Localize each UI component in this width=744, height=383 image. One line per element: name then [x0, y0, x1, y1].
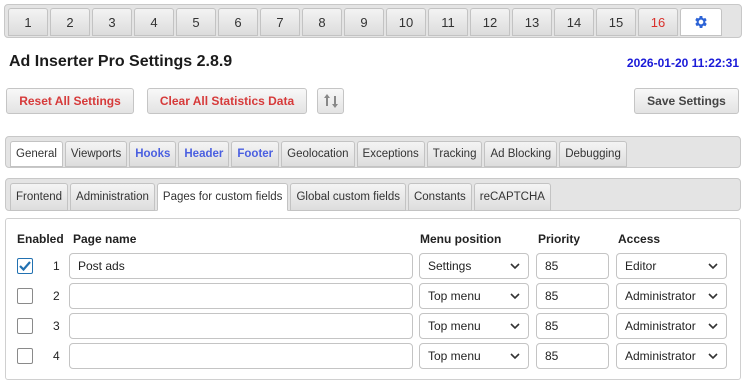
- tab-general[interactable]: General: [10, 141, 63, 167]
- priority-input[interactable]: 85: [536, 253, 609, 279]
- menu-position-select[interactable]: Top menu: [419, 313, 529, 339]
- column-header-priority: Priority: [538, 232, 581, 246]
- tab-footer[interactable]: Footer: [231, 141, 280, 167]
- chevron-down-icon: [510, 293, 520, 300]
- checkmark-icon: [19, 261, 31, 272]
- sort-button[interactable]: [317, 88, 344, 114]
- column-header-access: Access: [618, 232, 661, 246]
- block-tab-8[interactable]: 8: [302, 8, 342, 36]
- table-row: 4 Top menu 85 Administrator: [6, 343, 742, 369]
- block-tab-14[interactable]: 14: [554, 8, 594, 36]
- access-select[interactable]: Editor: [616, 253, 727, 279]
- menu-position-select[interactable]: Settings: [419, 253, 529, 279]
- chevron-down-icon: [708, 323, 718, 330]
- block-tab-10[interactable]: 10: [386, 8, 426, 36]
- block-tab-1[interactable]: 1: [8, 8, 48, 36]
- main-tabs: General Viewports Hooks Header Footer Ge…: [5, 136, 741, 168]
- subtab-pages-custom-fields[interactable]: Pages for custom fields: [156, 183, 289, 211]
- menu-position-value: Top menu: [428, 349, 481, 363]
- menu-position-value: Top menu: [428, 319, 481, 333]
- page-name-input[interactable]: [69, 313, 413, 339]
- page-name-input[interactable]: [69, 343, 413, 369]
- tab-header[interactable]: Header: [178, 141, 230, 167]
- column-header-page-name: Page name: [73, 232, 137, 246]
- subtab-constants[interactable]: Constants: [407, 183, 472, 211]
- tab-hooks[interactable]: Hooks: [129, 141, 177, 167]
- page-name-input[interactable]: [69, 283, 413, 309]
- enabled-checkbox[interactable]: [17, 288, 33, 304]
- tab-ad-blocking[interactable]: Ad Blocking: [484, 141, 558, 167]
- row-index: 2: [53, 289, 60, 303]
- menu-position-select[interactable]: Top menu: [419, 343, 529, 369]
- enabled-checkbox[interactable]: [17, 258, 33, 274]
- row-index: 4: [53, 349, 60, 363]
- up-down-arrows-icon: [323, 94, 338, 108]
- subtab-recaptcha[interactable]: reCAPTCHA: [473, 183, 551, 211]
- access-select[interactable]: Administrator: [616, 313, 727, 339]
- priority-input[interactable]: 85: [536, 283, 609, 309]
- chevron-down-icon: [510, 263, 520, 270]
- block-tab-13[interactable]: 13: [512, 8, 552, 36]
- clear-statistics-button[interactable]: Clear All Statistics Data: [147, 88, 307, 114]
- priority-input[interactable]: 85: [536, 343, 609, 369]
- access-select[interactable]: Administrator: [616, 343, 727, 369]
- tab-exceptions[interactable]: Exceptions: [356, 141, 425, 167]
- access-value: Administrator: [625, 319, 696, 333]
- access-select[interactable]: Administrator: [616, 283, 727, 309]
- block-tab-5[interactable]: 5: [176, 8, 216, 36]
- block-tab-9[interactable]: 9: [344, 8, 384, 36]
- gear-icon: [695, 16, 707, 28]
- access-value: Administrator: [625, 349, 696, 363]
- reset-all-settings-button[interactable]: Reset All Settings: [6, 88, 134, 114]
- chevron-down-icon: [708, 353, 718, 360]
- tab-debugging[interactable]: Debugging: [559, 141, 627, 167]
- custom-pages-panel: Enabled Page name Menu position Priority…: [5, 218, 741, 380]
- enabled-checkbox[interactable]: [17, 318, 33, 334]
- row-index: 3: [53, 319, 60, 333]
- access-value: Editor: [625, 259, 657, 273]
- chevron-down-icon: [708, 263, 718, 270]
- menu-position-value: Settings: [428, 259, 472, 273]
- block-tab-15[interactable]: 15: [596, 8, 636, 36]
- column-header-menu-position: Menu position: [420, 232, 502, 246]
- sub-tabs: Frontend Administration Pages for custom…: [5, 178, 741, 211]
- chevron-down-icon: [708, 293, 718, 300]
- tab-geolocation[interactable]: Geolocation: [281, 141, 355, 167]
- access-value: Administrator: [625, 289, 696, 303]
- subtab-administration[interactable]: Administration: [70, 183, 155, 211]
- block-tab-7[interactable]: 7: [260, 8, 300, 36]
- block-tab-11[interactable]: 11: [428, 8, 468, 36]
- block-tab-3[interactable]: 3: [92, 8, 132, 36]
- chevron-down-icon: [510, 323, 520, 330]
- page-name-input[interactable]: Post ads: [69, 253, 413, 279]
- block-tabs: 1 2 3 4 5 6 7 8 9 10 11 12 13 14 15 16: [4, 4, 742, 38]
- row-index: 1: [53, 259, 60, 273]
- block-tab-16[interactable]: 16: [638, 8, 678, 36]
- block-tab-12[interactable]: 12: [470, 8, 510, 36]
- tab-viewports[interactable]: Viewports: [64, 141, 128, 167]
- priority-input[interactable]: 85: [536, 313, 609, 339]
- column-header-enabled: Enabled: [17, 232, 64, 246]
- table-row: 1 Post ads Settings 85 Editor: [6, 253, 742, 279]
- page-title: Ad Inserter Pro Settings 2.8.9: [9, 53, 233, 70]
- block-tab-2[interactable]: 2: [50, 8, 90, 36]
- chevron-down-icon: [510, 353, 520, 360]
- block-tab-4[interactable]: 4: [134, 8, 174, 36]
- subtab-global-custom-fields[interactable]: Global custom fields: [290, 183, 406, 211]
- save-settings-button[interactable]: Save Settings: [634, 88, 739, 114]
- subtab-frontend[interactable]: Frontend: [10, 183, 69, 211]
- settings-tab[interactable]: [680, 8, 722, 36]
- tab-tracking[interactable]: Tracking: [426, 141, 483, 167]
- menu-position-value: Top menu: [428, 289, 481, 303]
- enabled-checkbox[interactable]: [17, 348, 33, 364]
- table-row: 2 Top menu 85 Administrator: [6, 283, 742, 309]
- current-datetime: 2026-01-20 11:22:31: [626, 56, 739, 70]
- block-tab-6[interactable]: 6: [218, 8, 258, 36]
- menu-position-select[interactable]: Top menu: [419, 283, 529, 309]
- table-row: 3 Top menu 85 Administrator: [6, 313, 742, 339]
